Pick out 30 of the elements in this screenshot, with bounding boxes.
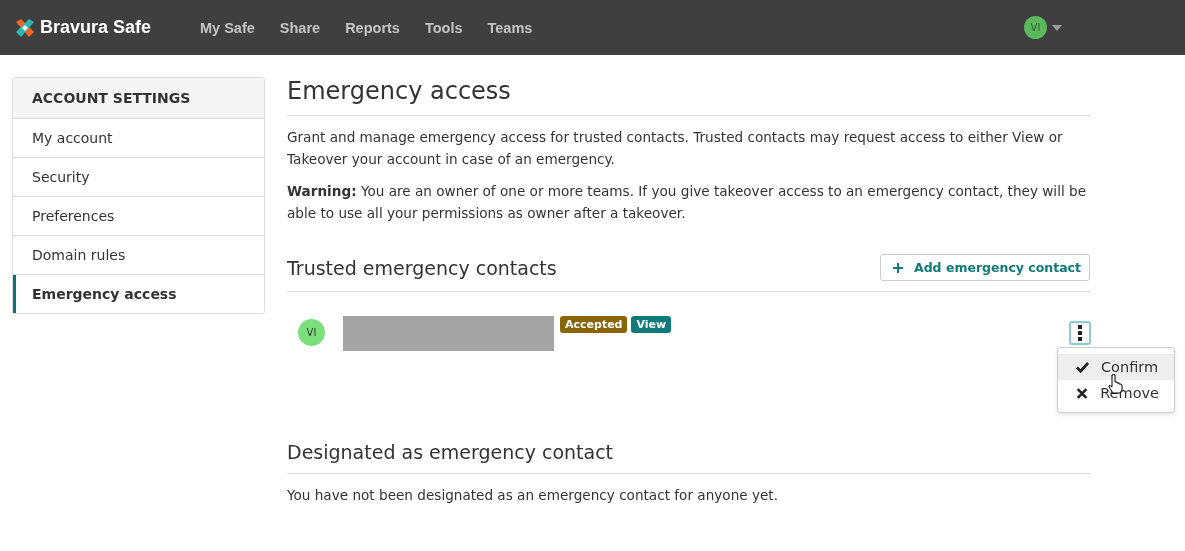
- sidebar-item[interactable]: Preferences: [13, 197, 264, 236]
- nav-link[interactable]: Reports: [345, 19, 400, 36]
- menu-item[interactable]: Confirm: [1058, 354, 1174, 380]
- sidebar-heading: ACCOUNT SETTINGS: [13, 78, 264, 119]
- nav-link[interactable]: Tools: [424, 19, 463, 36]
- warning-text: Warning: You are an owner of one or more teams. If you give takeover access to an emergency contact, they will be able to use all your permissions as owner after a takeover.: [287, 182, 1087, 223]
- sidebar-item[interactable]: My account: [13, 119, 264, 158]
- plus-icon: [893, 262, 903, 273]
- section-heading: Trusted emergency contacts: [287, 256, 557, 279]
- status-badge: Accepted: [560, 316, 628, 333]
- intro-text: Grant and manage emergency access for trusted contacts. Trusted contacts may request access to either View or Takeover your account in case of an emergency.: [287, 128, 1064, 169]
- more-options-button[interactable]: [1069, 321, 1091, 345]
- sidebar-item[interactable]: Security: [13, 158, 264, 197]
- nav-link[interactable]: Teams: [487, 19, 533, 36]
- page-title: Emergency access: [287, 77, 1090, 116]
- add-contact-button[interactable]: Add emergency contact: [880, 254, 1090, 281]
- close-icon: [1076, 386, 1089, 400]
- nav-link[interactable]: Share: [279, 19, 321, 36]
- sidebar-item[interactable]: Emergency access: [13, 275, 264, 313]
- section-heading: Designated as emergency contact: [287, 441, 1090, 474]
- caret-icon: [1052, 24, 1062, 31]
- nav-link[interactable]: My Safe: [200, 19, 255, 36]
- contact-avatar: VI: [298, 319, 325, 346]
- menu-item[interactable]: Remove: [1058, 380, 1174, 406]
- brand-name[interactable]: Bravura Safe: [40, 17, 152, 38]
- empty-message: You have not been designated as an emergency contact for anyone yet.: [287, 486, 779, 505]
- kebab-icon: [1078, 325, 1082, 341]
- check-icon: [1076, 360, 1089, 374]
- status-badge: View: [631, 316, 672, 333]
- sidebar-item[interactable]: Domain rules: [13, 236, 264, 275]
